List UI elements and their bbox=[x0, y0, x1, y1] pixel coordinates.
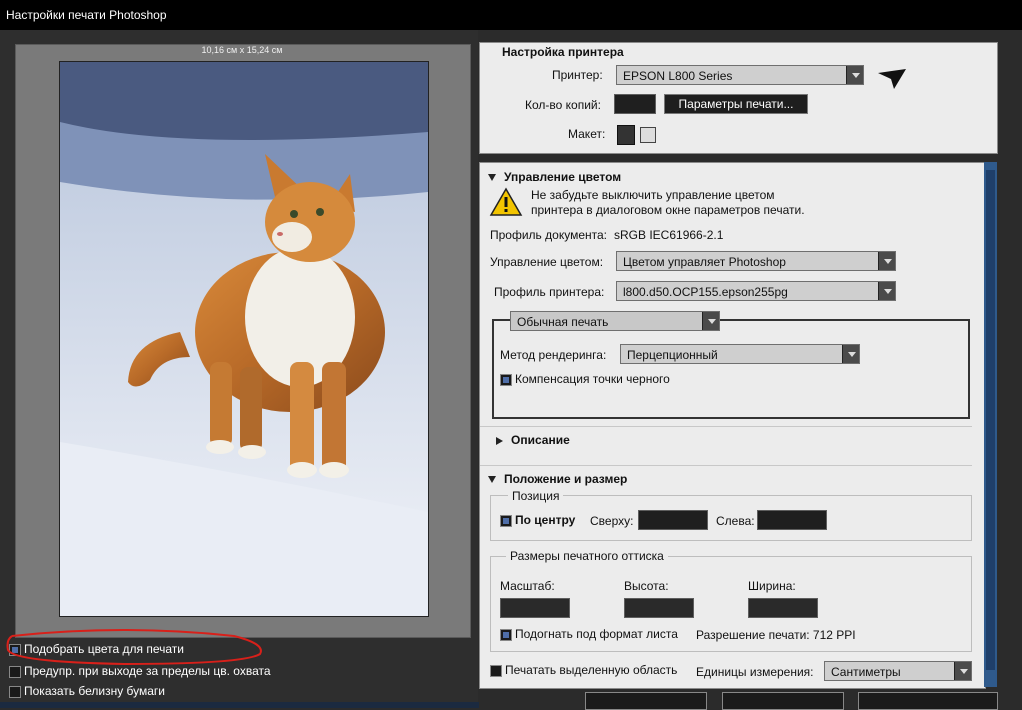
left-label: Слева: bbox=[716, 514, 755, 528]
printer-select[interactable]: EPSON L800 Series bbox=[616, 65, 864, 85]
taskbar-strip bbox=[0, 702, 479, 708]
chevron-down-icon bbox=[878, 252, 895, 270]
doc-profile-value: sRGB IEC61966-2.1 bbox=[614, 228, 724, 242]
print-size-group-title: Размеры печатного оттиска bbox=[506, 549, 668, 563]
show-paper-white-option[interactable]: Показать белизну бумаги bbox=[9, 684, 165, 700]
center-option[interactable]: По центру bbox=[500, 513, 575, 527]
settings-scroll-panel: Управление цветом Не забудьте выключить … bbox=[479, 162, 986, 689]
width-label: Ширина: bbox=[748, 579, 796, 593]
fit-to-media-option[interactable]: Подогнать под формат листа bbox=[500, 627, 678, 641]
printer-profile-value: l800.d50.OCP155.epson255pg bbox=[623, 285, 788, 299]
color-management-title: Управление цветом bbox=[504, 170, 622, 184]
print-resolution-label: Разрешение печати: 712 PPI bbox=[696, 628, 856, 642]
dialog-button-1[interactable] bbox=[585, 692, 707, 710]
position-size-title: Положение и размер bbox=[504, 472, 628, 486]
print-mode-group bbox=[492, 319, 970, 419]
chevron-down-icon bbox=[702, 312, 719, 330]
printer-setup-title: Настройка принтера bbox=[502, 45, 624, 59]
triangle-down-icon bbox=[488, 174, 496, 182]
black-point-checkbox[interactable] bbox=[500, 373, 512, 386]
chevron-down-icon bbox=[878, 282, 895, 300]
position-group-title: Позиция bbox=[508, 489, 564, 503]
color-handling-select[interactable]: Цветом управляет Photoshop bbox=[616, 251, 896, 271]
copies-label: Кол-во копий: bbox=[525, 98, 601, 112]
printer-value: EPSON L800 Series bbox=[623, 69, 733, 83]
height-label: Высота: bbox=[624, 579, 669, 593]
vertical-scrollbar[interactable] bbox=[984, 162, 997, 687]
print-settings-button[interactable]: Параметры печати... bbox=[664, 94, 808, 114]
print-mode-select[interactable]: Обычная печать bbox=[510, 311, 720, 331]
top-input[interactable] bbox=[638, 510, 708, 530]
dialog-button-3[interactable] bbox=[858, 692, 998, 710]
black-point-option[interactable]: Компенсация точки черного bbox=[500, 372, 670, 386]
preview-image bbox=[59, 61, 429, 617]
print-selected-area-label: Печатать выделенную область bbox=[505, 663, 678, 677]
red-annotation-oval bbox=[6, 629, 262, 666]
cat-photo bbox=[60, 62, 428, 616]
rendering-intent-label: Метод рендеринга: bbox=[500, 348, 607, 362]
window-title: Настройки печати Photoshop bbox=[6, 8, 167, 22]
landscape-layout-icon[interactable] bbox=[640, 127, 656, 143]
chevron-down-icon bbox=[846, 66, 863, 84]
warning-line-2: принтера в диалоговом окне параметров пе… bbox=[531, 203, 805, 217]
print-selected-area-checkbox[interactable] bbox=[490, 664, 502, 677]
chevron-down-icon bbox=[954, 662, 971, 680]
description-header[interactable]: Описание bbox=[496, 433, 570, 447]
rendering-intent-value: Перцепционный bbox=[627, 348, 718, 362]
warning-icon bbox=[489, 187, 523, 216]
layout-label: Макет: bbox=[568, 127, 606, 141]
window-titlebar: Настройки печати Photoshop bbox=[0, 0, 1022, 30]
copies-input[interactable] bbox=[614, 94, 656, 114]
doc-profile-label: Профиль документа: bbox=[490, 228, 607, 242]
triangle-right-icon bbox=[496, 436, 503, 445]
show-paper-white-label: Показать белизну бумаги bbox=[24, 684, 166, 698]
scale-input[interactable] bbox=[500, 598, 570, 618]
chevron-down-icon bbox=[842, 345, 859, 363]
top-label: Сверху: bbox=[590, 514, 634, 528]
triangle-down-icon bbox=[488, 476, 496, 484]
color-handling-label: Управление цветом: bbox=[490, 255, 604, 269]
print-mode-value: Обычная печать bbox=[517, 315, 609, 329]
units-label: Единицы измерения: bbox=[696, 665, 814, 679]
scale-label: Масштаб: bbox=[500, 579, 555, 593]
printer-profile-select[interactable]: l800.d50.OCP155.epson255pg bbox=[616, 281, 896, 301]
portrait-layout-icon[interactable] bbox=[617, 125, 635, 145]
print-size-label: 10,16 см х 15,24 см bbox=[201, 45, 283, 55]
dialog-button-2[interactable] bbox=[722, 692, 844, 710]
black-point-label: Компенсация точки черного bbox=[515, 372, 670, 386]
width-input[interactable] bbox=[748, 598, 818, 618]
color-management-header[interactable]: Управление цветом bbox=[488, 170, 621, 184]
fit-to-media-label: Подогнать под формат листа bbox=[515, 627, 678, 641]
printer-setup-panel: Настройка принтера Принтер: EPSON L800 S… bbox=[479, 42, 998, 154]
fit-to-media-checkbox[interactable] bbox=[500, 628, 512, 641]
units-value: Сантиметры bbox=[831, 665, 901, 679]
center-label: По центру bbox=[515, 513, 576, 527]
center-checkbox[interactable] bbox=[500, 514, 512, 527]
section-divider bbox=[480, 465, 972, 466]
show-paper-white-checkbox[interactable] bbox=[9, 685, 21, 698]
print-selected-area-option[interactable]: Печатать выделенную область bbox=[490, 663, 677, 677]
description-title: Описание bbox=[511, 433, 570, 447]
warning-line-1: Не забудьте выключить управление цветом bbox=[531, 188, 775, 202]
position-size-header[interactable]: Положение и размер bbox=[488, 472, 627, 486]
left-input[interactable] bbox=[757, 510, 827, 530]
printer-label: Принтер: bbox=[552, 68, 603, 82]
printer-profile-label: Профиль принтера: bbox=[494, 285, 605, 299]
rendering-intent-select[interactable]: Перцепционный bbox=[620, 344, 860, 364]
scrollbar-track[interactable] bbox=[986, 170, 995, 670]
units-select[interactable]: Сантиметры bbox=[824, 661, 972, 681]
section-divider bbox=[480, 426, 972, 427]
height-input[interactable] bbox=[624, 598, 694, 618]
send-arrow-icon[interactable] bbox=[876, 65, 908, 91]
color-handling-value: Цветом управляет Photoshop bbox=[623, 255, 786, 269]
